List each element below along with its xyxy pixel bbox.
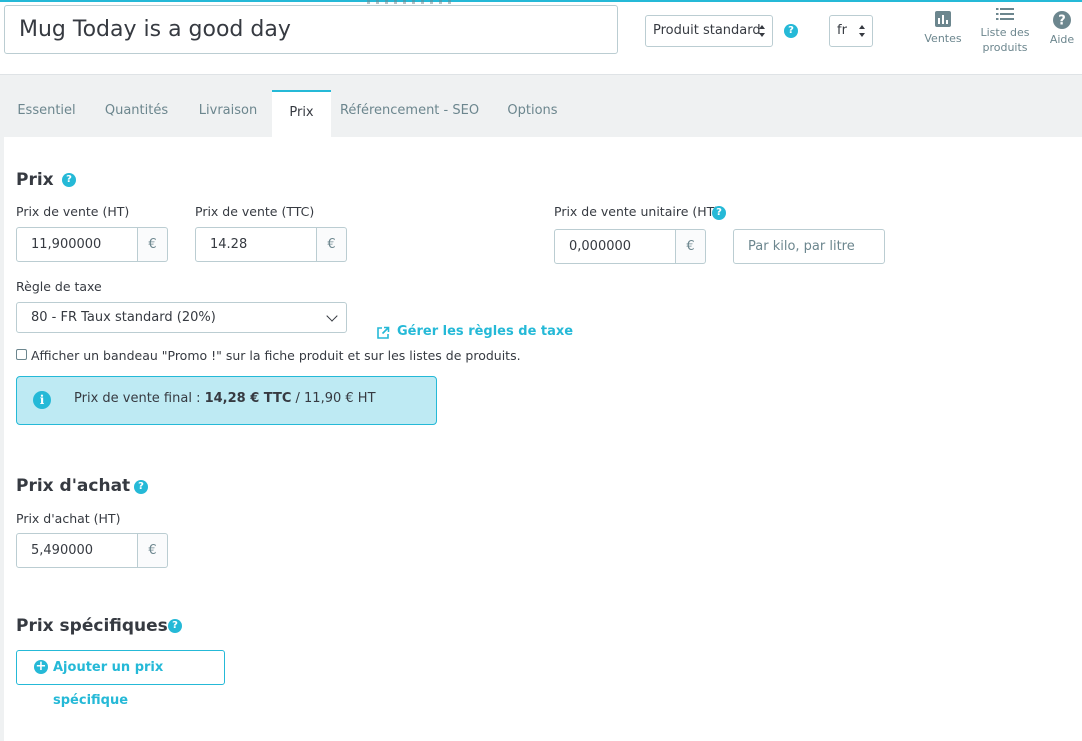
sales-label: Ventes: [924, 32, 962, 45]
top-scroll-indicator: [367, 0, 457, 4]
help-icon[interactable]: ?: [784, 24, 798, 38]
product-type-select[interactable]: Produit standard: [645, 15, 773, 47]
help-icon[interactable]: ?: [712, 206, 726, 220]
product-name-input[interactable]: Mug Today is a good day: [4, 5, 618, 54]
ht-price-input[interactable]: 11,900000: [16, 227, 138, 262]
currency-addon: €: [317, 227, 347, 262]
ttc-price-label: Prix de vente (TTC): [195, 204, 315, 219]
product-header: Mug Today is a good day Produit standard…: [0, 0, 1082, 75]
help-icon[interactable]: ?: [134, 480, 148, 494]
help-circle-icon: ?: [1053, 11, 1071, 29]
ttc-price-input[interactable]: 14.28: [195, 227, 317, 262]
final-price-alert: i Prix de vente final : 14,28 € TTC / 11…: [16, 376, 437, 425]
prix-title: Prix: [16, 170, 54, 190]
language-value: fr: [837, 23, 847, 38]
tab-quantites[interactable]: Quantités: [94, 90, 179, 137]
promo-checkbox-label: Afficher un bandeau "Promo !" sur la fic…: [31, 348, 521, 363]
updown-arrows-icon: [859, 24, 866, 38]
unit-label-input[interactable]: Par kilo, par litre: [733, 229, 885, 264]
product-list-label-line1: Liste des: [980, 26, 1030, 39]
currency-addon: €: [138, 227, 168, 262]
achat-price-label: Prix d'achat (HT): [16, 511, 121, 526]
product-type-value: Produit standard: [653, 23, 761, 38]
help-icon[interactable]: ?: [62, 173, 76, 187]
achat-price-group: 5,490000 €: [16, 533, 168, 568]
currency-addon: €: [138, 533, 168, 568]
tab-prix[interactable]: Prix: [272, 90, 331, 137]
help-button[interactable]: ? Aide: [1046, 11, 1078, 47]
bar-chart-icon: [935, 11, 951, 27]
tab-essentiel[interactable]: Essentiel: [4, 90, 89, 137]
help-icon[interactable]: ?: [168, 619, 182, 633]
prix-panel: Prix ? Prix de vente (HT) 11,900000 € Pr…: [4, 137, 1082, 741]
unit-price-label: Prix de vente unitaire (HT): [554, 204, 720, 219]
achat-title: Prix d'achat: [16, 476, 131, 496]
sales-button[interactable]: Ventes: [920, 10, 966, 46]
chevron-down-icon: [326, 310, 338, 322]
ht-price-label: Prix de vente (HT): [16, 204, 130, 219]
final-price-ht: / 11,90 € HT: [291, 391, 376, 406]
svg-text:?: ?: [1058, 14, 1066, 29]
list-icon: [996, 8, 1014, 20]
tax-rule-label: Règle de taxe: [16, 279, 102, 294]
tab-seo[interactable]: Référencement - SEO: [338, 90, 481, 137]
product-list-button[interactable]: Liste des produits: [979, 6, 1031, 55]
product-list-label-line2: produits: [982, 41, 1028, 54]
tab-livraison[interactable]: Livraison: [187, 90, 269, 137]
promo-checkbox[interactable]: [16, 349, 27, 360]
achat-price-input[interactable]: 5,490000: [16, 533, 138, 568]
help-label: Aide: [1049, 33, 1075, 46]
manage-tax-rules-link[interactable]: Gérer les règles de taxe: [397, 324, 573, 339]
ttc-price-group: 14.28 €: [195, 227, 347, 262]
tab-options[interactable]: Options: [499, 90, 566, 137]
final-price-prefix: Prix de vente final :: [74, 391, 205, 406]
plus-circle-icon: +: [34, 659, 48, 674]
add-specific-price-button[interactable]: + Ajouter un prix spécifique: [16, 650, 225, 708]
ht-price-group: 11,900000 €: [16, 227, 168, 262]
updown-arrows-icon: [759, 24, 766, 38]
language-select[interactable]: fr: [829, 15, 873, 47]
unit-price-input[interactable]: 0,000000: [554, 229, 676, 264]
add-specific-price-label: Ajouter un prix spécifique: [53, 660, 164, 708]
specifiques-title: Prix spécifiques: [16, 616, 168, 636]
tax-rule-select[interactable]: 80 - FR Taux standard (20%): [16, 302, 347, 333]
final-price-text: Prix de vente final : 14,28 € TTC / 11,9…: [74, 391, 376, 406]
tax-rule-value: 80 - FR Taux standard (20%): [31, 310, 216, 325]
external-link-icon: [377, 326, 390, 339]
info-icon: i: [33, 391, 51, 409]
unit-price-group: 0,000000 €: [554, 229, 706, 264]
currency-addon: €: [676, 229, 706, 264]
final-price-ttc: 14,28 € TTC: [204, 391, 292, 406]
